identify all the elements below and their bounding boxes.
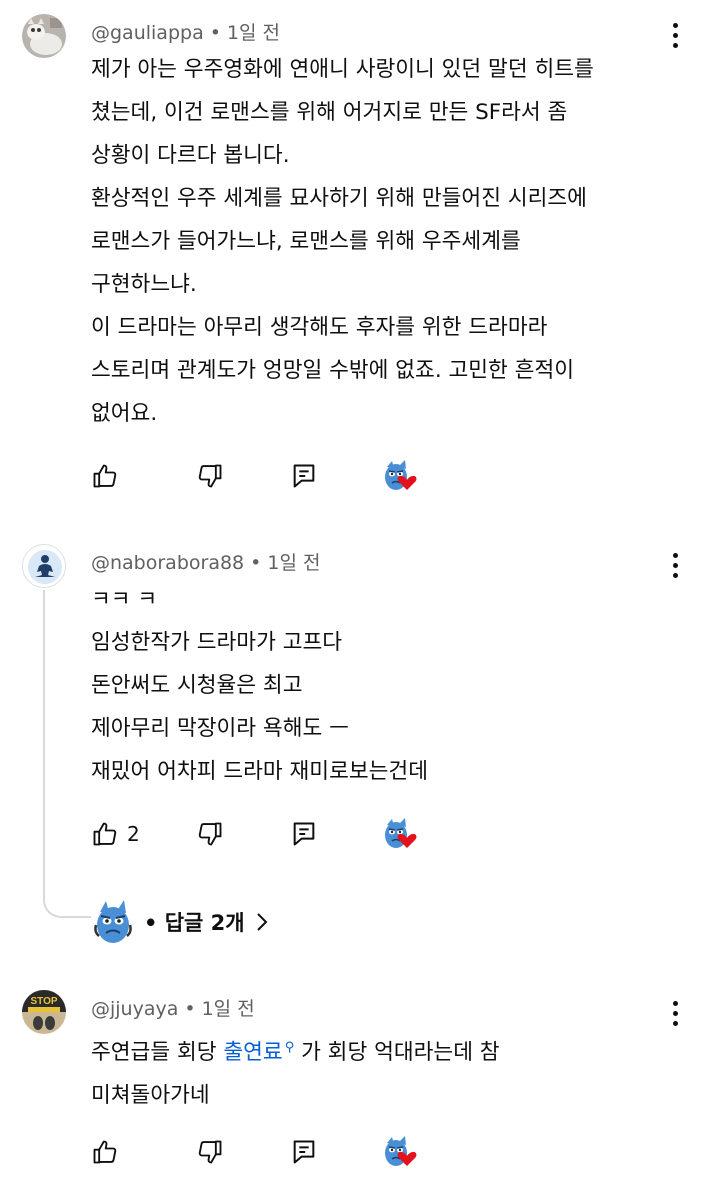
comment-actions [91,458,451,494]
comment-text: ㅋㅋ ㅋ 임성한작가 드라마가 고프다 돈안써도 시청율은 최고 제아무리 막장… [91,578,691,793]
creator-heart-icon [385,1136,417,1166]
comment-text-segment: 주연급들 회당 [91,1040,224,1066]
dislike-button[interactable] [196,816,224,852]
comment-line: 스토리며 관계도가 엉망일 수밖에 없죠. 고민한 흔적이 [91,358,575,383]
comment-text: 주연급들 회당 출연료 ⚲ 가 회당 억대라는데 참 미쳐돌아가네 [91,1026,691,1117]
dislike-icon [198,1140,222,1164]
comment-line: 주연급들 회당 출연료 ⚲ 가 회당 억대라는데 참 [91,1026,691,1074]
search-link[interactable]: 출연료 ⚲ [223,1040,294,1065]
avatar[interactable] [22,14,66,58]
comment-line: 쳤는데, 이건 로맨스를 위해 어거지로 만든 SF라서 좀 [91,100,568,125]
avatar-stop-text: STOP [30,996,57,1007]
avatar[interactable]: STOP [22,990,66,1034]
comment-text: 제가 아는 우주영화에 연애니 사랑이니 있던 말던 히트를 쳤는데, 이건 로… [91,48,691,435]
reply-button[interactable] [290,816,318,852]
comment-line: 임성한작가 드라마가 고프다 [91,630,343,655]
search-icon: ⚲ [284,1040,295,1055]
view-replies-button[interactable]: • 답글 2개 [90,895,269,949]
reply-icon [293,822,315,846]
comment-line: ㅋㅋ ㅋ [91,587,158,612]
creator-heart[interactable] [381,1134,419,1170]
avatar[interactable] [22,544,66,588]
like-icon [93,1140,117,1164]
meta-separator: • [184,998,196,1020]
creator-heart[interactable] [381,458,419,494]
comment-meta: @naborabora88 • 1일 전 [91,548,320,575]
creator-heart-icon [385,460,417,490]
comment-line: 재밌어 어차피 드라마 재미로보는건데 [91,759,428,784]
dislike-button[interactable] [196,1134,224,1170]
comment-actions: 2 [91,816,451,852]
kebab-menu-icon[interactable] [664,550,686,580]
creator-avatar-icon [94,900,132,943]
comment-line: 돈안써도 시청율은 최고 [91,673,303,698]
comment-time[interactable]: 1일 전 [267,552,320,574]
meta-separator: • [209,22,221,44]
reply-button[interactable] [290,458,318,494]
comment-line: 제아무리 막장이라 욕해도 ㅡ [91,716,349,741]
like-count: 2 [127,822,140,846]
author-handle[interactable]: @jjuyaya [91,998,178,1020]
kebab-menu-icon[interactable] [664,20,686,50]
kebab-menu-icon[interactable] [664,998,686,1028]
reply-icon [293,464,315,488]
comment-actions [91,1134,451,1170]
comment-time[interactable]: 1일 전 [202,998,255,1020]
dislike-icon [198,822,222,846]
like-button[interactable]: 2 [91,816,140,852]
reply-button[interactable] [290,1134,318,1170]
comment-text-segment: 가 회당 억대라는데 참 [294,1040,500,1066]
like-icon [93,464,117,488]
author-handle[interactable]: @gauliappa [91,22,204,44]
like-icon [93,822,117,846]
creator-heart-icon [385,818,417,848]
comment-line: 제가 아는 우주영화에 연애니 사랑이니 있던 말던 히트를 [91,57,594,82]
author-handle[interactable]: @naborabora88 [91,552,244,574]
comment-line: 없어요. [91,401,158,426]
comment-line: 이 드라마는 아무리 생각해도 후자를 위한 드라마라 [91,315,548,340]
comment-meta: @gauliappa • 1일 전 [91,18,280,45]
comment-time[interactable]: 1일 전 [227,22,280,44]
reply-icon [293,1140,315,1164]
comment-line: 미쳐돌아가네 [91,1083,210,1109]
chevron-right-icon [256,913,268,931]
like-button[interactable] [91,1134,127,1170]
replies-label: • 답글 2개 [144,911,245,935]
comment-meta: @jjuyaya • 1일 전 [91,994,255,1021]
meta-separator: • [250,552,262,574]
comment-line: 상황이 다르다 봅니다. [91,143,290,168]
like-button[interactable] [91,458,127,494]
thread-connector [43,590,91,918]
dislike-icon [198,464,222,488]
creator-heart[interactable] [381,816,419,852]
comment-line: 구현하느냐. [91,272,197,297]
comment-line: 로맨스가 들어가느냐, 로맨스를 위해 우주세계를 [91,229,521,254]
comment-line: 환상적인 우주 세계를 묘사하기 위해 만들어진 시리즈에 [91,186,587,211]
dislike-button[interactable] [196,458,224,494]
